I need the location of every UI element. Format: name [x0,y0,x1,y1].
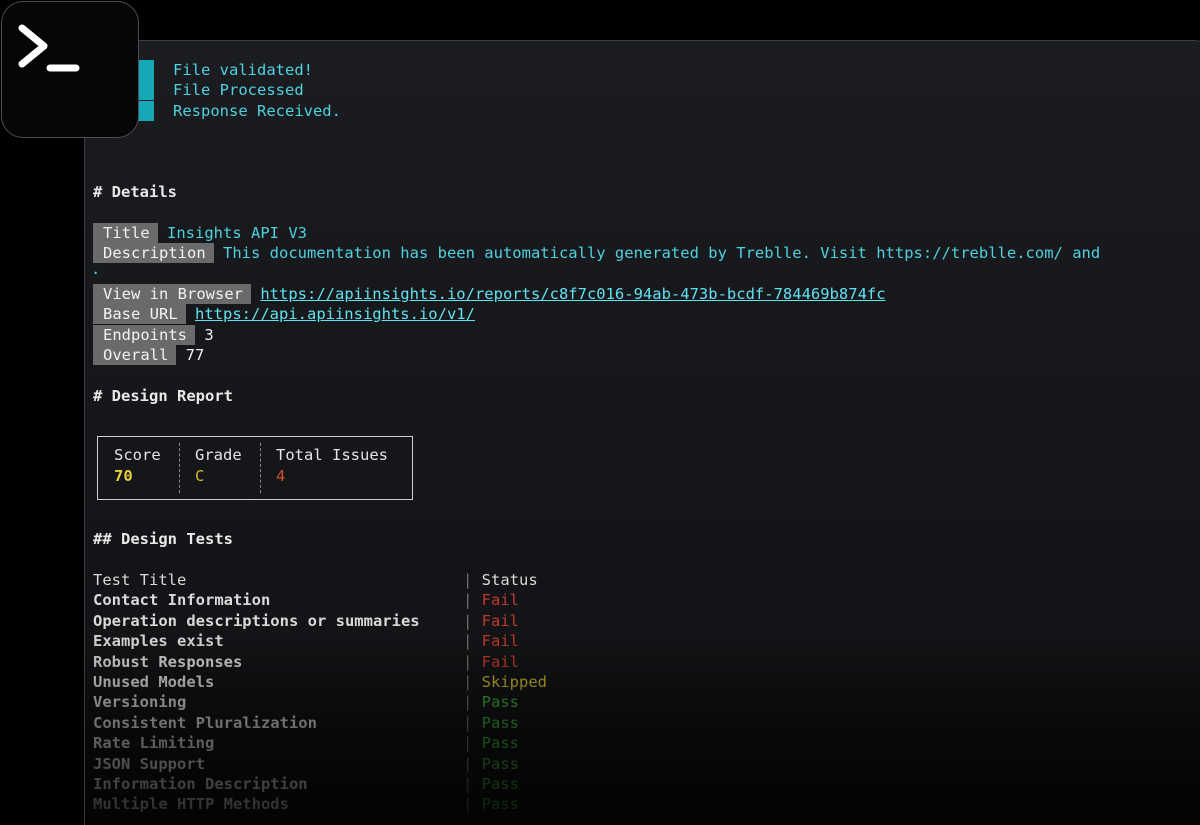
test-status: Pass [481,775,519,793]
issues-header: Total Issues [276,446,388,464]
test-title-header: Test Title [93,571,187,589]
terminal-app-icon [1,1,139,138]
test-title: JSON Support [93,755,205,773]
test-row: Contact Information | Fail [93,590,519,610]
detail-description-row: Description This documentation has been … [93,243,1100,263]
column-separator: | [463,693,482,711]
details-heading: # Details [93,183,177,201]
test-row: Multiple HTTP Methods | Pass [93,794,519,814]
detail-browser-row: View in Browser https://apiinsights.io/r… [93,284,886,304]
test-title: Consistent Pluralization [93,714,317,732]
test-row: Versioning | Pass [93,692,519,712]
column-separator: | [463,755,482,773]
test-row: Rate Limiting | Pass [93,733,519,753]
detail-value: This documentation has been automaticall… [223,244,1101,262]
design-report-heading: # Design Report [93,387,233,405]
issues-value: 4 [276,467,286,485]
column-separator: | [463,734,482,752]
grade-header: Grade [195,446,242,464]
tests-header-row: Test Title | Status [93,570,538,590]
test-title: Examples exist [93,632,224,650]
terminal-prompt-icon [18,24,80,72]
test-title: Unused Models [93,673,215,691]
detail-title-row: Title Insights API V3 [93,223,307,243]
test-status: Pass [481,795,519,813]
column-separator: | [463,653,482,671]
score-value: 70 [114,467,133,485]
detail-value: Insights API V3 [167,224,307,242]
grade-value: C [195,467,205,485]
test-row: Information Description | Pass [93,774,519,794]
test-status: Pass [481,714,519,732]
log-message: File Processed [173,81,304,99]
report-link[interactable]: https://apiinsights.io/reports/c8f7c016-… [260,285,885,303]
detail-endpoints-row: Endpoints 3 [93,325,214,345]
detail-baseurl-row: Base URL https://api.apiinsights.io/v1/ [93,304,475,324]
column-separator: | [463,571,482,589]
column-separator: | [463,591,482,609]
detail-label: Title [93,223,158,243]
detail-value: 77 [185,346,205,364]
test-row: Unused Models | Skipped [93,672,547,692]
test-title: Versioning [93,693,187,711]
column-separator: | [463,612,482,630]
test-status: Fail [481,632,519,650]
table-divider [260,443,261,493]
design-tests-heading: ## Design Tests [93,530,233,548]
test-status: Fail [481,653,519,671]
test-row: Operation descriptions or summaries | Fai… [93,611,519,631]
test-row: Examples exist | Fail [93,631,519,651]
score-table: Score Grade Total Issues 70 C 4 [97,436,413,500]
detail-label: Endpoints [93,325,195,345]
column-separator: | [463,795,482,813]
detail-overall-row: Overall 77 [93,345,204,365]
log-message: Response Received. [173,102,341,120]
column-separator: | [463,714,482,732]
detail-label: Description [93,243,214,263]
test-title: Operation descriptions or summaries [93,612,420,630]
test-title: Multiple HTTP Methods [93,795,289,813]
test-title: Information Description [93,775,308,793]
detail-value: 3 [204,326,214,344]
description-wrap: . [91,260,101,278]
log-message: File validated! [173,61,313,79]
table-divider [179,443,180,493]
detail-label: Overall [93,345,177,365]
column-separator: | [463,775,482,793]
column-separator: | [463,673,482,691]
test-status: Pass [481,734,519,752]
test-row: Robust Responses | Fail [93,652,519,672]
test-row: Consistent Pluralization | Pass [93,713,519,733]
test-title: Robust Responses [93,653,243,671]
base-url-link[interactable]: https://api.apiinsights.io/v1/ [195,305,475,323]
test-status: Fail [481,612,519,630]
test-title: Rate Limiting [93,734,215,752]
score-header: Score [114,446,161,464]
test-title: Contact Information [93,591,271,609]
column-separator: | [463,632,482,650]
test-status: Skipped [481,673,547,691]
test-status: Fail [481,591,519,609]
test-row: JSON Support | Pass [93,754,519,774]
detail-label: Base URL [93,304,186,324]
terminal-window: CESS File validated! CESS File Processed… [84,40,1200,825]
status-header: Status [481,571,538,589]
detail-label: View in Browser [93,284,251,304]
test-status: Pass [481,755,519,773]
test-status: Pass [481,693,519,711]
